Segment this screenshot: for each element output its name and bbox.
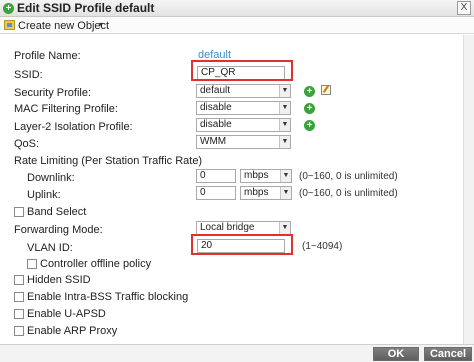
plus-circle-icon: + — [3, 3, 14, 14]
mac-filtering-profile-label: MAC Filtering Profile: — [14, 103, 118, 115]
intra-bss-label: Enable Intra-BSS Traffic blocking — [27, 291, 189, 303]
rate-limiting-label: Rate Limiting (Per Station Traffic Rate) — [14, 155, 203, 167]
cancel-button[interactable]: Cancel — [424, 347, 472, 361]
uplink-input[interactable]: 0 — [196, 186, 236, 200]
edit-security-profile-icon[interactable] — [321, 85, 331, 95]
hidden-ssid-label: Hidden SSID — [27, 274, 91, 286]
profile-name-label: Profile Name: — [14, 50, 81, 62]
arp-proxy-checkbox[interactable] — [14, 326, 24, 336]
chevron-down-icon: ▼ — [280, 187, 291, 199]
chevron-down-icon: ▼ — [279, 102, 290, 114]
add-layer2-isolation-profile-icon[interactable]: + — [304, 120, 315, 131]
layer2-isolation-profile-select[interactable]: disable ▼ — [196, 118, 291, 132]
mac-filtering-profile-value: disable — [200, 102, 232, 113]
vlan-id-highlight-box — [191, 234, 293, 255]
dialog-titlebar: + Edit SSID Profile default X — [0, 0, 474, 17]
uplink-hint: (0~160, 0 is unlimited) — [299, 188, 398, 199]
chevron-down-icon: ▼ — [279, 85, 290, 97]
uplink-unit-value: mbps — [244, 187, 269, 198]
chevron-down-icon: ▼ — [280, 170, 291, 182]
forwarding-mode-label: Forwarding Mode: — [14, 224, 103, 236]
chevron-down-icon: ▼ — [279, 119, 290, 131]
mac-filtering-profile-select[interactable]: disable ▼ — [196, 101, 291, 115]
create-new-object-menu[interactable]: Create new Object — [18, 20, 109, 32]
add-security-profile-icon[interactable]: + — [304, 86, 315, 97]
downlink-label: Downlink: — [27, 172, 75, 184]
downlink-input[interactable]: 0 — [196, 169, 236, 183]
qos-value: WMM — [200, 136, 227, 147]
hidden-ssid-checkbox[interactable] — [14, 275, 24, 285]
vlan-id-label: VLAN ID: — [27, 242, 73, 254]
controller-offline-policy-label: Controller offline policy — [40, 258, 152, 270]
forwarding-mode-select[interactable]: Local bridge ▼ — [196, 221, 291, 235]
toolbar: Create new Object ▾ — [0, 17, 474, 34]
intra-bss-checkbox[interactable] — [14, 292, 24, 302]
downlink-unit-value: mbps — [244, 170, 269, 181]
vertical-scrollbar[interactable] — [463, 35, 474, 344]
u-apsd-checkbox[interactable] — [14, 309, 24, 319]
uplink-unit-select[interactable]: mbps ▼ — [240, 186, 292, 200]
arp-proxy-label: Enable ARP Proxy — [27, 325, 118, 337]
layer2-isolation-profile-label: Layer-2 Isolation Profile: — [14, 121, 133, 133]
ssid-label: SSID: — [14, 69, 43, 81]
dialog-footer: OK Cancel — [0, 344, 474, 362]
ok-button[interactable]: OK — [373, 347, 419, 361]
controller-offline-policy-checkbox[interactable] — [27, 259, 37, 269]
security-profile-label: Security Profile: — [14, 87, 92, 99]
downlink-hint: (0~160, 0 is unlimited) — [299, 171, 398, 182]
band-select-checkbox[interactable] — [14, 207, 24, 217]
add-mac-filtering-profile-icon[interactable]: + — [304, 103, 315, 114]
qos-label: QoS: — [14, 138, 40, 150]
u-apsd-label: Enable U-APSD — [27, 308, 106, 320]
close-button[interactable]: X — [457, 1, 471, 15]
uplink-label: Uplink: — [27, 189, 61, 201]
chevron-down-icon: ▼ — [279, 222, 290, 234]
downlink-unit-select[interactable]: mbps ▼ — [240, 169, 292, 183]
layer2-isolation-profile-value: disable — [200, 119, 232, 130]
chevron-down-icon: ▼ — [279, 136, 290, 148]
forwarding-mode-value: Local bridge — [200, 222, 255, 233]
ssid-highlight-box — [191, 60, 293, 81]
security-profile-value: default — [200, 85, 231, 96]
vlan-id-hint: (1~4094) — [302, 241, 343, 252]
create-object-icon[interactable] — [4, 20, 15, 30]
dialog-title: Edit SSID Profile default — [17, 1, 155, 15]
security-profile-select[interactable]: default ▼ — [196, 84, 291, 98]
qos-select[interactable]: WMM ▼ — [196, 135, 291, 149]
chevron-down-icon[interactable]: ▾ — [99, 20, 103, 29]
band-select-label: Band Select — [27, 206, 87, 218]
